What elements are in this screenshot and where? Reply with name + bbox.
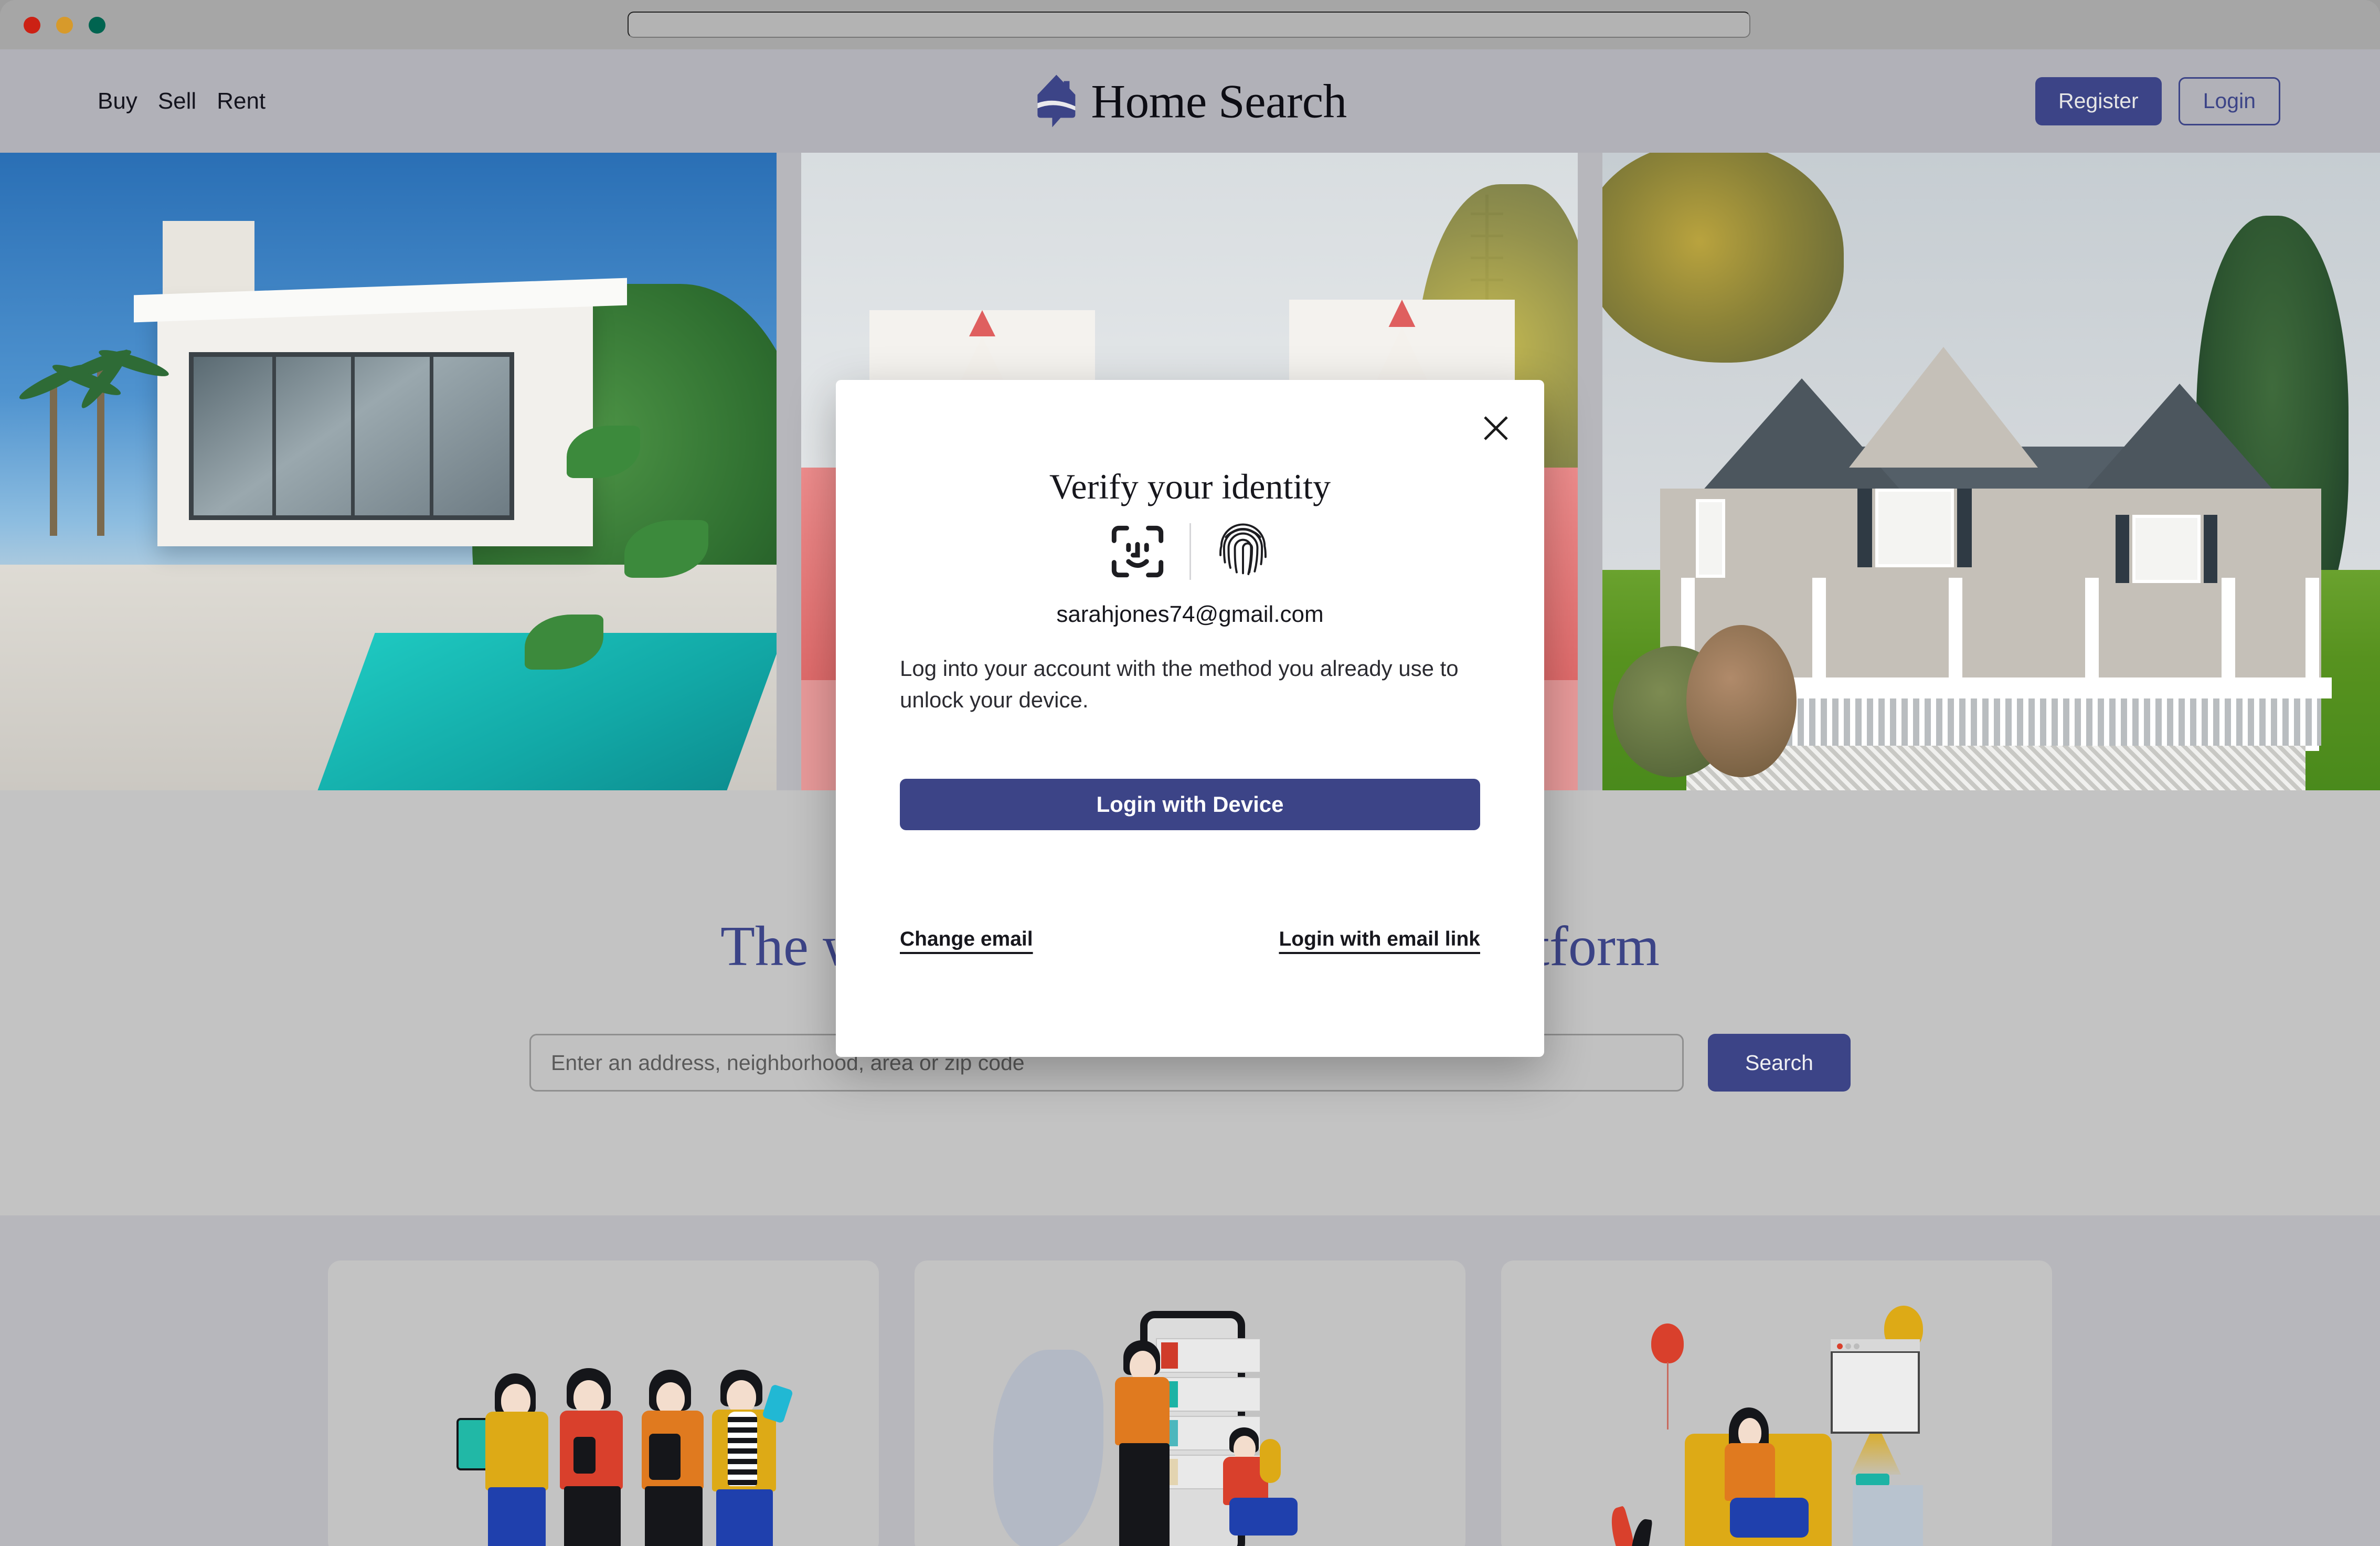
biometric-icon-group — [836, 523, 1544, 580]
brand-title: Home Search — [1091, 75, 1347, 128]
browser-url-input[interactable] — [628, 12, 1750, 38]
traffic-light-controls — [24, 17, 105, 34]
feature-card-people-devices[interactable] — [328, 1261, 879, 1546]
account-email: sarahjones74@gmail.com — [1056, 601, 1324, 627]
browser-titlebar — [0, 0, 2380, 49]
feature-cards-section — [0, 1215, 2380, 1546]
hero-image-modern-pool-villa — [0, 153, 777, 790]
hero-image-colonial-house — [1602, 153, 2380, 790]
biometric-divider — [1189, 523, 1191, 580]
login-with-device-button[interactable]: Login with Device — [900, 779, 1480, 830]
modal-description: Log into your account with the method yo… — [900, 656, 1459, 712]
change-email-link[interactable]: Change email — [900, 928, 1033, 951]
verify-identity-modal: Verify your identity sarahjones74@gmail.… — [836, 380, 1544, 1057]
red-balloon-icon — [1651, 1323, 1684, 1363]
login-email-link-link[interactable]: Login with email link — [1279, 928, 1480, 951]
site-header: Buy Sell Rent Home Search Register Login — [0, 49, 2380, 153]
browser-window: Buy Sell Rent Home Search Register Login — [0, 0, 2380, 1546]
close-icon — [1484, 416, 1508, 440]
search-button[interactable]: Search — [1708, 1034, 1851, 1092]
nav-item-buy[interactable]: Buy — [98, 88, 137, 114]
house-pin-icon — [1037, 75, 1076, 128]
close-modal-button[interactable] — [1477, 409, 1515, 447]
nav-item-rent[interactable]: Rent — [217, 88, 265, 114]
face-id-icon — [1111, 525, 1163, 578]
close-window-button[interactable] — [24, 17, 40, 34]
zoom-window-button[interactable] — [89, 17, 105, 34]
header-actions: Register Login — [2035, 77, 2280, 125]
login-button[interactable]: Login — [2178, 77, 2280, 125]
fingerprint-icon — [1219, 523, 1267, 575]
nav-item-sell[interactable]: Sell — [158, 88, 196, 114]
modal-title: Verify your identity — [1049, 467, 1331, 506]
brand-logo-link[interactable]: Home Search — [1033, 73, 1347, 129]
register-button[interactable]: Register — [2035, 77, 2162, 125]
feature-card-phone-listings[interactable] — [915, 1261, 1465, 1546]
feature-card-armchair-browser[interactable] — [1501, 1261, 2052, 1546]
main-navigation: Buy Sell Rent — [98, 88, 265, 114]
minimize-window-button[interactable] — [56, 17, 73, 34]
modal-secondary-links: Change email Login with email link — [900, 928, 1480, 951]
